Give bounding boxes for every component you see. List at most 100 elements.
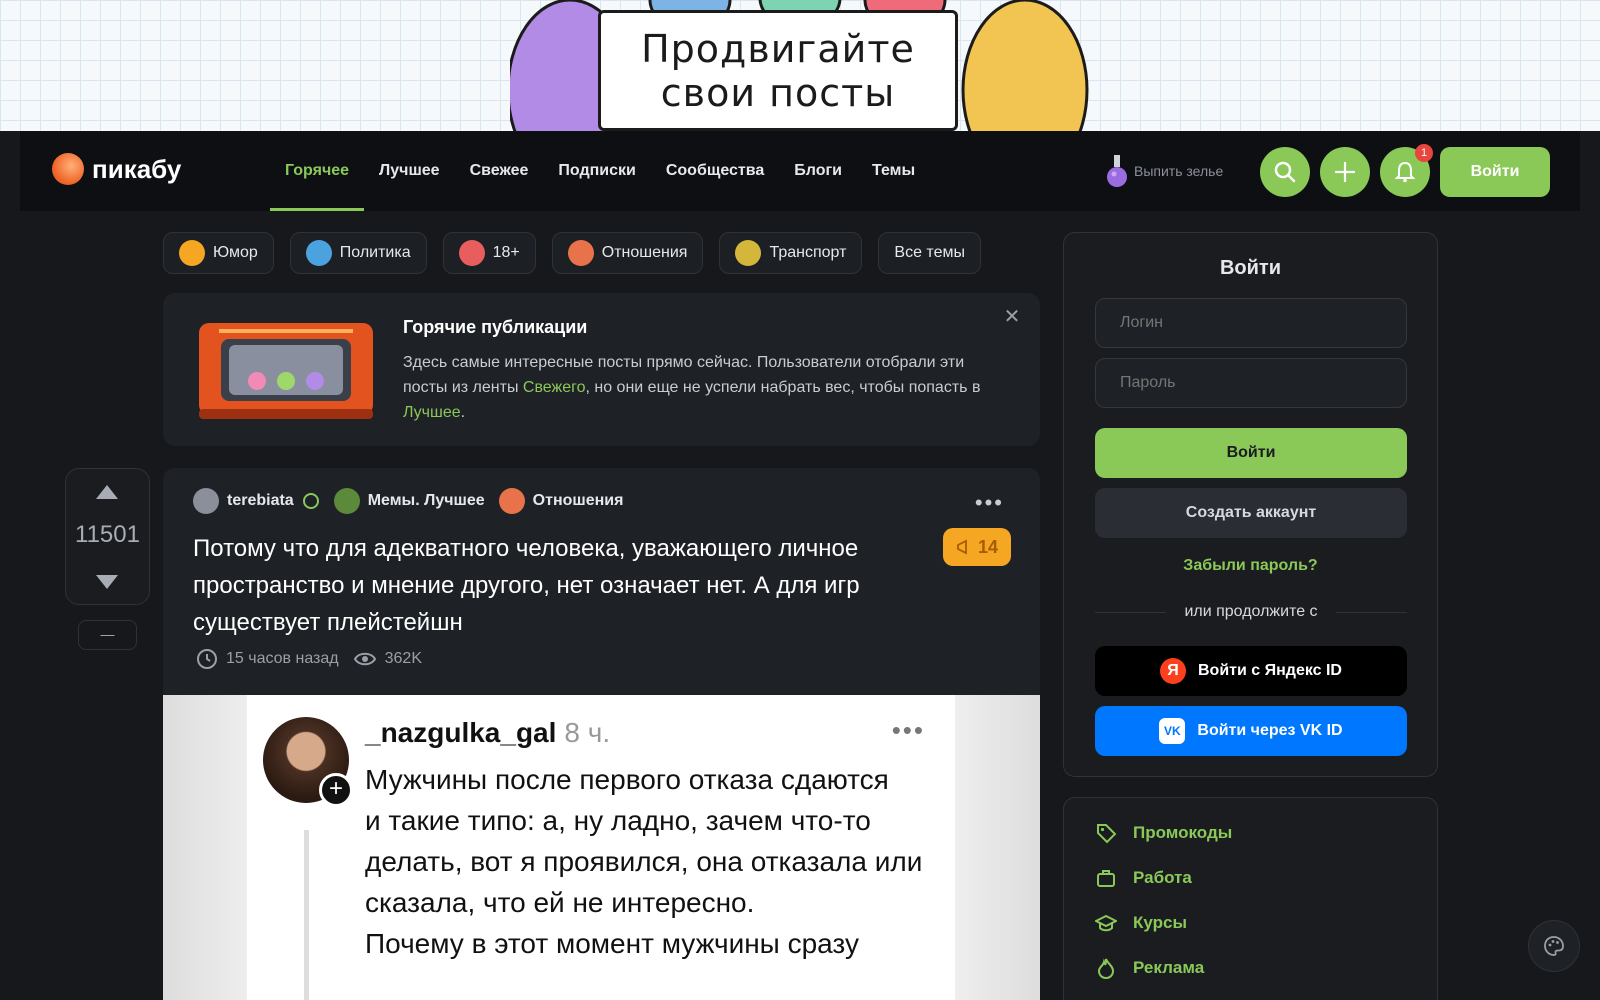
yandex-login-button[interactable]: Я Войти с Яндекс ID (1095, 646, 1407, 696)
heart-icon (567, 240, 594, 266)
post-community[interactable]: Мемы. Лучшее (333, 488, 485, 514)
thread-line (304, 830, 309, 1000)
vk-icon: VK (1159, 718, 1186, 744)
chip-transport[interactable]: Транспорт (719, 232, 863, 274)
collapse-post-button[interactable]: — (78, 620, 137, 650)
eye-icon (353, 652, 376, 666)
chip-label: Транспорт (769, 244, 847, 261)
screenshot-time: 8 ч. (564, 717, 611, 748)
chip-relationships[interactable]: Отношения (551, 232, 704, 274)
chip-humor[interactable]: Юмор (163, 232, 274, 274)
fresh-link[interactable]: Свежего (523, 379, 586, 396)
briefcase-icon (1097, 870, 1115, 887)
link-promocodes[interactable]: Промокоды (1095, 822, 1232, 844)
oven-illustration (199, 323, 373, 419)
vote-widget: 11501 (65, 468, 150, 605)
hot-text-part: , но они еще не успели набрать вес, чтоб… (585, 379, 981, 396)
nav-hot[interactable]: Горячее (270, 131, 365, 211)
image-shade-right (955, 695, 1040, 1000)
nav-fresh[interactable]: Свежее (455, 131, 544, 211)
post-tag[interactable]: Отношения (498, 488, 624, 514)
nav-subscriptions[interactable]: Подписки (543, 131, 650, 211)
divider-line (1335, 611, 1407, 613)
login-submit-button[interactable]: Войти (1095, 428, 1407, 478)
link-work[interactable]: Работа (1095, 867, 1192, 889)
link-label: Промокоды (1133, 823, 1233, 842)
flame-icon (1097, 958, 1115, 979)
clock-icon (197, 649, 217, 669)
banner-line1: Продвигайте (641, 26, 915, 71)
best-link[interactable]: Лучшее (403, 404, 461, 421)
create-account-button[interactable]: Создать аккаунт (1095, 488, 1407, 538)
chip-all-topics[interactable]: Все темы (878, 232, 981, 274)
wheel-icon (735, 240, 762, 266)
logo-icon (52, 153, 84, 185)
image-shade-left (163, 695, 248, 1000)
link-courses[interactable]: Курсы (1095, 912, 1187, 934)
author-avatar (193, 488, 219, 514)
vk-login-button[interactable]: VK Войти через VK ID (1095, 706, 1407, 756)
search-button[interactable] (1260, 147, 1310, 197)
promo-badge[interactable]: 14 (943, 528, 1011, 566)
post-card: terebiata Мемы. Лучшее Отношения ••• Пот… (163, 468, 1040, 1000)
post-author[interactable]: terebiata (193, 488, 320, 514)
login-input[interactable] (1095, 298, 1407, 348)
tag-name: Отношения (532, 492, 624, 509)
hot-text-part: . (460, 404, 466, 421)
promo-count: 14 (977, 536, 999, 557)
megaphone-icon (957, 539, 967, 555)
graduation-cap-icon (1095, 914, 1117, 932)
topic-chips: Юмор Политика 18+ Отношения Транспорт Вс… (163, 232, 981, 274)
main-nav: Горячее Лучшее Свежее Подписки Сообществ… (270, 131, 930, 211)
bell-icon (1394, 161, 1416, 183)
post-title[interactable]: Потому что для адекватного человека, ува… (193, 530, 913, 641)
site-logo[interactable]: пикабу (52, 153, 181, 185)
humor-icon (179, 240, 205, 266)
nav-communities[interactable]: Сообщества (651, 131, 779, 211)
link-advertising[interactable]: Реклама (1095, 957, 1204, 979)
password-input[interactable] (1095, 358, 1407, 408)
hot-info-card: Горячие публикации Здесь самые интересны… (163, 293, 1040, 446)
more-icon[interactable]: ••• (975, 490, 1004, 516)
theme-palette-button[interactable] (1528, 920, 1580, 972)
chip-18plus[interactable]: 18+ (442, 232, 536, 274)
nav-best[interactable]: Лучшее (364, 131, 455, 211)
vk-label: Войти через VK ID (1197, 722, 1343, 739)
forgot-password-link[interactable]: Забыли пароль? (1064, 557, 1437, 575)
or-divider: или продолжите с (1095, 603, 1407, 621)
author-badge-icon (302, 493, 319, 509)
post-image[interactable]: + _nazgulka_gal 8 ч. ••• Мужчины после пе… (163, 695, 1040, 1000)
community-name: Мемы. Лучшее (367, 492, 485, 509)
or-label: или продолжите с (1184, 603, 1318, 620)
banner-line2: свои посты (660, 70, 896, 115)
post-time: 15 часов назад (196, 648, 339, 670)
plus-icon: + (319, 773, 353, 807)
author-name: terebiata (227, 492, 294, 509)
hot-description: Здесь самые интересные посты прямо сейча… (403, 350, 1003, 425)
site-header: пикабу Горячее Лучшее Свежее Подписки Со… (20, 131, 1580, 211)
plus-icon (1334, 161, 1356, 183)
promo-banner[interactable]: Продвигайте свои посты (0, 0, 1600, 131)
banner-sign: Продвигайте свои посты (598, 10, 958, 131)
chip-label: Юмор (213, 244, 258, 261)
divider-line (1095, 611, 1167, 613)
potion-button[interactable]: Выпить зелье (1106, 151, 1223, 191)
tag-icon (498, 488, 525, 514)
header-login-button[interactable]: Войти (1440, 147, 1550, 197)
add-post-button[interactable] (1320, 147, 1370, 197)
yandex-label: Войти с Яндекс ID (1198, 662, 1342, 679)
tag-icon (1097, 824, 1117, 844)
nav-blogs[interactable]: Блоги (779, 131, 857, 211)
chip-politics[interactable]: Политика (289, 232, 427, 274)
chip-label: Все темы (894, 244, 965, 261)
post-views-label: 362K (384, 650, 422, 667)
upvote-button[interactable] (96, 485, 118, 499)
close-icon[interactable]: ✕ (1002, 307, 1022, 327)
chip-label: 18+ (492, 244, 520, 261)
globe-icon (305, 240, 332, 266)
link-label: Работа (1133, 868, 1192, 887)
downvote-button[interactable] (96, 575, 118, 589)
potion-icon (1107, 155, 1127, 187)
notifications-button[interactable]: 1 (1380, 144, 1433, 197)
nav-topics[interactable]: Темы (857, 131, 930, 211)
